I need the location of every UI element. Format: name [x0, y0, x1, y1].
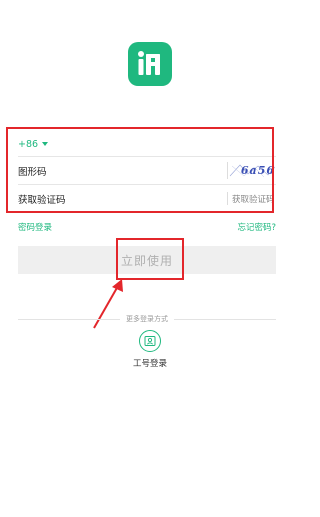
forgot-password-link[interactable]: 忘记密码?: [237, 221, 276, 233]
id-card-icon: [139, 330, 161, 352]
more-login-separator: 更多登录方式: [18, 314, 276, 324]
app-logo-icon: [128, 42, 172, 86]
login-screen: +86 图形码 6a56 获取验证码 获取验证码 密码登录 忘记密码? 立即使用…: [0, 0, 300, 517]
country-code-selector[interactable]: +86: [18, 138, 49, 150]
captcha-image[interactable]: 6a56: [227, 162, 275, 179]
submit-button[interactable]: 立即使用: [18, 246, 276, 274]
sms-code-placeholder: 获取验证码: [18, 195, 66, 206]
country-code-label: +86: [18, 138, 39, 150]
get-code-button[interactable]: 获取验证码: [227, 192, 275, 205]
separator-line: [18, 318, 120, 320]
divider: [18, 184, 276, 185]
employee-id-login-button[interactable]: 工号登录: [128, 330, 172, 369]
separator-line: [174, 318, 276, 320]
caret-down-icon: [42, 142, 49, 146]
captcha-placeholder: 图形码: [18, 167, 47, 178]
employee-id-login-label: 工号登录: [132, 359, 167, 369]
divider: [18, 156, 276, 157]
more-login-title: 更多登录方式: [126, 315, 168, 323]
password-login-link[interactable]: 密码登录: [18, 221, 52, 233]
phone-row[interactable]: +86: [18, 131, 276, 157]
captcha-text: 6a56: [240, 164, 275, 177]
